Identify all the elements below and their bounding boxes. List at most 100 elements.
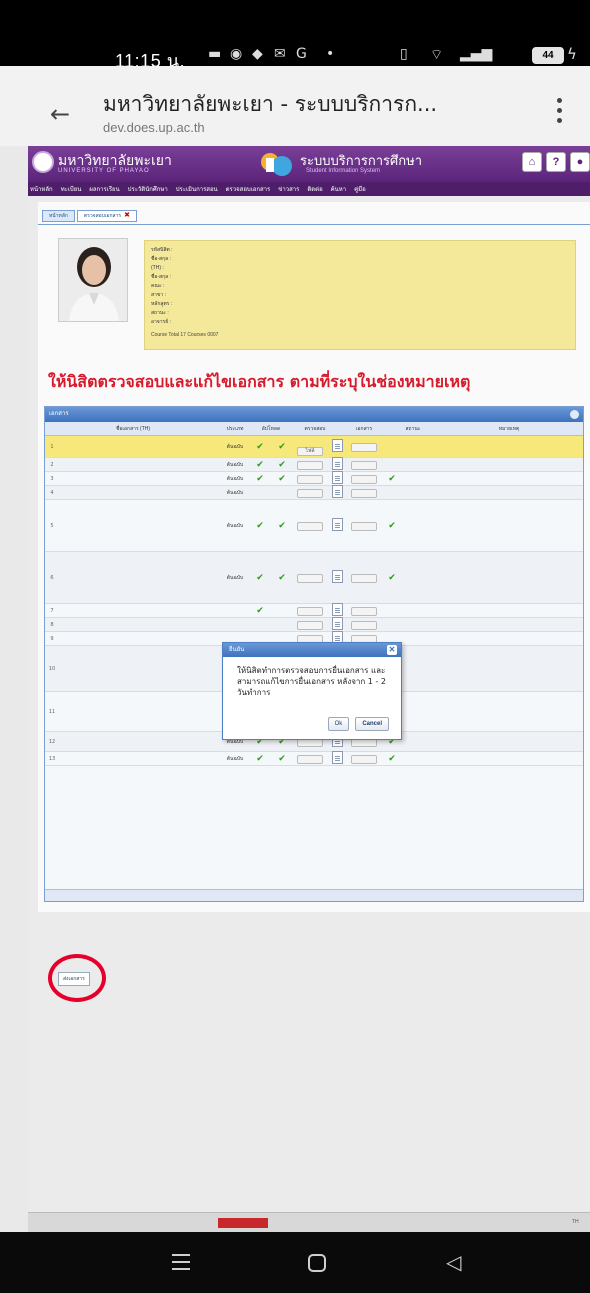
document-icon[interactable] [331,439,343,452]
row-number: 10 [48,665,56,672]
nav-item[interactable]: คู่มือ [354,184,366,194]
profile-row: หลักสูตร : [151,299,569,308]
nav-item[interactable]: ติดต่อ [307,184,322,194]
user-icon[interactable]: ● [570,152,590,172]
back-arrow-icon[interactable]: ← [50,102,70,126]
row-number: 9 [50,635,54,642]
upload-cell [293,516,327,535]
upload-button[interactable] [297,489,323,498]
document-name [59,623,221,627]
document-type: ต้นฉบับ [226,755,244,762]
home-icon[interactable]: ⌂ [522,152,542,172]
student-avatar [59,239,127,321]
nav-item[interactable]: ผลการเรียน [89,184,119,194]
status-cell [347,568,381,587]
document-icon[interactable] [331,570,343,583]
document-type: ต้นฉบับ [226,461,244,468]
check-icon: ✔ [278,441,286,452]
nav-item[interactable]: ข่าวสาร [278,184,299,194]
status-button[interactable] [351,574,377,583]
system-logo-icon [261,153,292,176]
university-logo-icon [32,151,54,173]
nav-item[interactable]: หน้าหลัก [30,184,53,194]
close-icon[interactable]: ✖ [124,212,130,219]
site-header: มหาวิทยาลัยพะเยา UNIVERSITY OF PHAYAO ระ… [28,146,590,182]
row-number: 13 [48,755,56,762]
check-icon: ✔ [256,753,264,764]
upload-button[interactable] [297,574,323,583]
student-profile: รหัสนิสิต : ชื่อ-สกุล : (TH) : ชื่อ-สกุล : ค… [144,240,576,350]
document-name [59,477,221,481]
close-icon[interactable]: ✕ [387,645,397,655]
document-icon[interactable] [331,751,343,764]
profile-label: หลักสูตร : [151,300,173,307]
profile-row: รหัสนิสิต : [151,245,569,254]
tab-document-check[interactable]: ตรวจสอบเอกสาร ✖ [76,210,137,222]
col-document[interactable]: เอกสาร [337,422,391,435]
col-type[interactable]: ประเภท [221,422,249,435]
status-button[interactable] [351,489,377,498]
status-cell [347,437,381,456]
nav-item[interactable]: ค้นหา [331,184,346,194]
upload-button[interactable] [297,522,323,531]
col-document-name[interactable]: ชื่อเอกสาร (TH) [45,422,221,435]
site-nav-menu: หน้าหลัก ทะเบียน ผลการเรียน ประวัตินักศึกษา… [28,182,590,196]
nav-item[interactable]: ทะเบียน [61,184,82,194]
col-status[interactable]: สถานะ [391,422,435,435]
help-icon[interactable]: ? [546,152,566,172]
page-title: มหาวิทยาลัยพะเยา - ระบบบริการก... [103,92,438,116]
document-type: ต้นฉบับ [226,574,244,581]
document-icon-cell [327,749,347,768]
profile-label: สาขา : [151,291,166,298]
nav-item[interactable]: ประวัตินักศึกษา [128,184,168,194]
grid-title: เอกสาร [49,411,69,417]
document-type: ต้นฉบับ [226,443,244,450]
cancel-button[interactable]: Cancel [355,717,389,731]
profile-row: ชื่อ-สกุล : [151,254,569,263]
col-note[interactable]: หมายเหตุ [435,422,583,435]
chat-icon: ◆ [252,46,263,62]
dialog-title-bar: ยืนยัน ✕ [223,643,401,657]
university-name-en: UNIVERSITY OF PHAYAO [58,168,150,174]
tab-home[interactable]: หน้าหลัก [42,210,75,222]
recent-apps-icon[interactable] [172,1254,190,1275]
home-button-icon[interactable] [308,1254,326,1272]
document-name [59,445,221,449]
back-triangle-icon[interactable]: ◁ [446,1252,461,1272]
check-icon: ✔ [388,473,396,484]
wifi-icon: ⌔ [430,47,444,63]
upload-button[interactable] [297,755,323,764]
check-icon: ✔ [256,572,264,583]
table-row: 4 ต้นฉบับ [45,485,583,500]
tab-divider [38,224,590,225]
document-icon-cell [327,437,347,456]
document-icon[interactable] [331,518,343,531]
status-button[interactable] [351,522,377,531]
nav-item[interactable]: ตรวจสอบเอกสาร [226,184,271,194]
document-icon[interactable] [331,485,343,498]
more-menu-icon[interactable] [554,96,564,126]
ok-button[interactable]: Ok [327,717,350,731]
row-number: 12 [48,738,56,745]
col-upload[interactable]: อัปโหลด [249,422,293,435]
profile-note: Course Total 17 Courses 0007 [151,332,219,338]
col-check[interactable]: ตรวจสอบ [293,422,337,435]
check-icon: ✔ [278,459,286,470]
collapse-icon[interactable] [570,410,579,419]
page-url: dev.does.up.ac.th [103,120,205,135]
document-icon-cell [327,516,347,535]
profile-row: ชื่อ-สกุล : [151,272,569,281]
document-type: ต้นฉบับ [226,489,244,496]
check-icon: ✔ [256,605,264,616]
nav-item[interactable]: ประเมินการสอน [176,184,218,194]
check-icon: ✔ [278,520,286,531]
language-label[interactable]: TH [572,1213,579,1232]
dot-icon: • [326,46,335,62]
status-button[interactable] [351,755,377,764]
row-number: 5 [50,522,54,529]
send-document-button[interactable]: ส่งเอกสาร [58,972,90,986]
status-bar: 11:15 น. ▬ ◉ ◆ ✉ G • ▯ ⌔ ▂▄▆ 44 ϟ [0,0,590,71]
status-button[interactable] [351,443,377,452]
document-name [59,463,221,467]
footer-red-badge[interactable] [218,1218,268,1228]
